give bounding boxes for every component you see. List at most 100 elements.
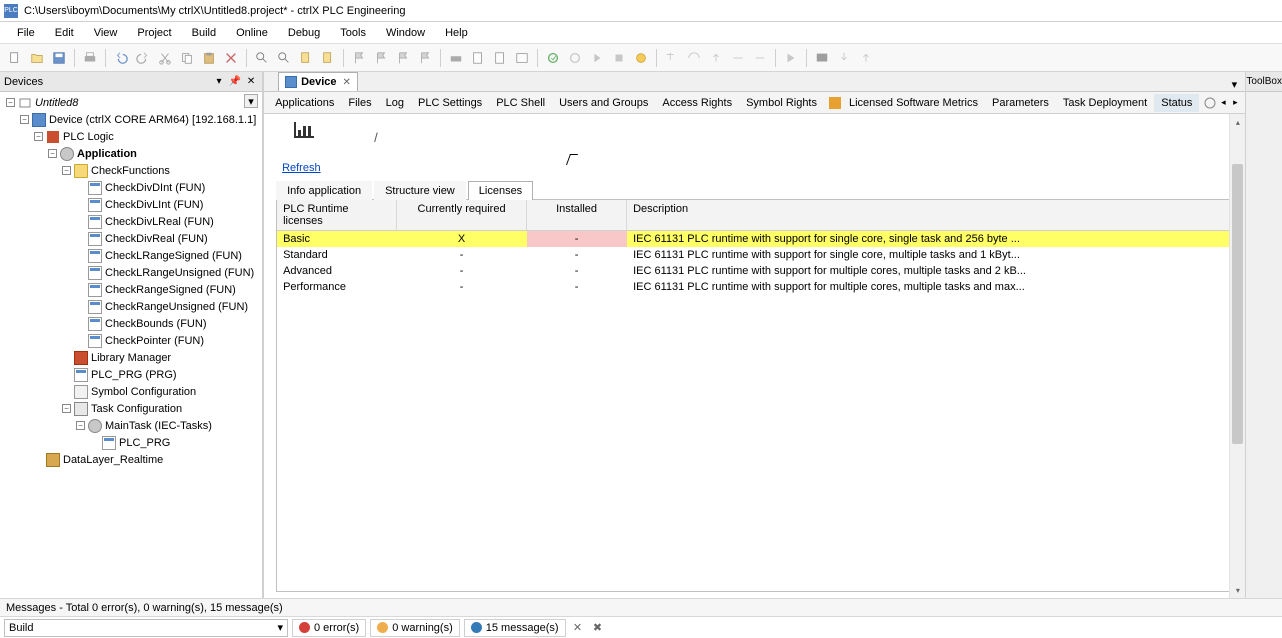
- tree-task-config[interactable]: Task Configuration: [91, 403, 182, 415]
- tree-fun[interactable]: CheckRangeUnsigned (FUN): [105, 301, 248, 313]
- app-icon2[interactable]: [513, 49, 531, 67]
- page-icon[interactable]: [469, 49, 487, 67]
- copy-icon[interactable]: [178, 49, 196, 67]
- tree-fun[interactable]: CheckDivReal (FUN): [105, 233, 208, 245]
- scroll-right-icon[interactable]: ▸: [1229, 97, 1241, 109]
- tree-plc-logic[interactable]: PLC Logic: [63, 131, 114, 143]
- subtab-files[interactable]: Files: [341, 94, 378, 112]
- license-row[interactable]: Performance--IEC 61131 PLC runtime with …: [277, 279, 1232, 295]
- flag-next-icon[interactable]: [394, 49, 412, 67]
- step-into-icon[interactable]: [663, 49, 681, 67]
- flag-clear-icon[interactable]: [416, 49, 434, 67]
- subtab-log[interactable]: Log: [379, 94, 411, 112]
- license-row[interactable]: BasicX-IEC 61131 PLC runtime with suppor…: [277, 231, 1232, 247]
- subtab-parameters[interactable]: Parameters: [985, 94, 1056, 112]
- device-tree[interactable]: ▾ −Untitled8 −Device (ctrlX CORE ARM64) …: [0, 92, 262, 598]
- scroll-up-icon[interactable]: ▴: [1230, 114, 1245, 130]
- build-combo[interactable]: Build ▾: [4, 619, 288, 637]
- tree-fun[interactable]: CheckLRangeUnsigned (FUN): [105, 267, 254, 279]
- step-out-icon[interactable]: [707, 49, 725, 67]
- menu-online[interactable]: Online: [227, 24, 277, 42]
- license-row[interactable]: Standard--IEC 61131 PLC runtime with sup…: [277, 247, 1232, 263]
- col-required[interactable]: Currently required: [397, 200, 527, 230]
- tree-fun[interactable]: CheckDivLReal (FUN): [105, 216, 214, 228]
- bookmark-icon[interactable]: [297, 49, 315, 67]
- col-description[interactable]: Description: [627, 200, 1232, 230]
- stop-icon[interactable]: [610, 49, 628, 67]
- tree-fun[interactable]: CheckRangeSigned (FUN): [105, 284, 236, 296]
- print2-icon[interactable]: [447, 49, 465, 67]
- menu-debug[interactable]: Debug: [279, 24, 329, 42]
- monitor-icon[interactable]: [813, 49, 831, 67]
- col-installed[interactable]: Installed: [527, 200, 627, 230]
- messages-chip[interactable]: 15 message(s): [464, 619, 566, 637]
- clear-all-icon[interactable]: ✖: [590, 620, 606, 636]
- expander-icon[interactable]: −: [6, 98, 15, 107]
- refresh-link[interactable]: Refresh: [282, 162, 1233, 174]
- panel-dropdown-icon[interactable]: ▾: [212, 75, 226, 89]
- tree-checkfunctions[interactable]: CheckFunctions: [91, 165, 170, 177]
- col-runtime[interactable]: PLC Runtime licenses: [277, 200, 397, 230]
- redo-icon[interactable]: [134, 49, 152, 67]
- expander-icon[interactable]: −: [48, 149, 57, 158]
- menu-window[interactable]: Window: [377, 24, 434, 42]
- expander-icon[interactable]: −: [62, 404, 71, 413]
- tab-device[interactable]: Device ✕: [278, 72, 358, 91]
- undo-icon[interactable]: [112, 49, 130, 67]
- subtab-status[interactable]: Status: [1154, 94, 1199, 112]
- logout-icon[interactable]: [566, 49, 584, 67]
- delete-icon[interactable]: [222, 49, 240, 67]
- subtab-users-groups[interactable]: Users and Groups: [552, 94, 655, 112]
- menu-file[interactable]: File: [8, 24, 44, 42]
- expander-icon[interactable]: −: [20, 115, 29, 124]
- download-icon[interactable]: [835, 49, 853, 67]
- new-icon[interactable]: [6, 49, 24, 67]
- menu-project[interactable]: Project: [128, 24, 180, 42]
- tree-plc-prg2[interactable]: PLC_PRG: [119, 437, 170, 449]
- step-cursor-icon[interactable]: [729, 49, 747, 67]
- pin-icon[interactable]: 📌: [228, 75, 242, 89]
- scroll-left-icon[interactable]: ◂: [1217, 97, 1229, 109]
- run-icon[interactable]: [782, 49, 800, 67]
- subtab-info-application[interactable]: Info application: [276, 181, 372, 200]
- vertical-scrollbar[interactable]: ▴ ▾: [1229, 114, 1245, 598]
- step-return-icon[interactable]: [751, 49, 769, 67]
- menu-tools[interactable]: Tools: [331, 24, 375, 42]
- open-icon[interactable]: [28, 49, 46, 67]
- start-icon[interactable]: [588, 49, 606, 67]
- tree-fun[interactable]: CheckDivDInt (FUN): [105, 182, 205, 194]
- tree-fun[interactable]: CheckBounds (FUN): [105, 318, 206, 330]
- login-icon[interactable]: [544, 49, 562, 67]
- scroll-down-icon[interactable]: ▾: [1230, 582, 1245, 598]
- subtab-access-rights[interactable]: Access Rights: [655, 94, 739, 112]
- tree-library-manager[interactable]: Library Manager: [91, 352, 171, 364]
- paste-icon[interactable]: [200, 49, 218, 67]
- subtab-structure-view[interactable]: Structure view: [374, 181, 466, 200]
- tree-symbol-config[interactable]: Symbol Configuration: [91, 386, 196, 398]
- warnings-chip[interactable]: 0 warning(s): [370, 619, 460, 637]
- tree-maintask[interactable]: MainTask (IEC-Tasks): [105, 420, 212, 432]
- subtab-licenses[interactable]: Licenses: [468, 181, 533, 200]
- flag-prev-icon[interactable]: [372, 49, 390, 67]
- find-icon[interactable]: [253, 49, 271, 67]
- subtab-plc-shell[interactable]: PLC Shell: [489, 94, 552, 112]
- menu-edit[interactable]: Edit: [46, 24, 83, 42]
- bookmark2-icon[interactable]: [319, 49, 337, 67]
- tree-datalayer[interactable]: DataLayer_Realtime: [63, 454, 163, 466]
- license-row[interactable]: Advanced--IEC 61131 PLC runtime with sup…: [277, 263, 1232, 279]
- close-icon[interactable]: ✕: [343, 77, 351, 88]
- tabs-dropdown-icon[interactable]: ▾: [1227, 77, 1241, 91]
- menu-build[interactable]: Build: [183, 24, 225, 42]
- subtab-plc-settings[interactable]: PLC Settings: [411, 94, 489, 112]
- close-icon[interactable]: ✕: [244, 75, 258, 89]
- flag-icon[interactable]: [350, 49, 368, 67]
- tree-project[interactable]: Untitled8: [35, 97, 78, 109]
- tree-fun[interactable]: CheckDivLInt (FUN): [105, 199, 203, 211]
- print-icon[interactable]: [81, 49, 99, 67]
- expander-icon[interactable]: −: [76, 421, 85, 430]
- subtab-applications[interactable]: Applications: [268, 94, 341, 112]
- save-icon[interactable]: [50, 49, 68, 67]
- tree-fun[interactable]: CheckPointer (FUN): [105, 335, 204, 347]
- tree-application[interactable]: Application: [77, 148, 137, 160]
- clear-icon[interactable]: ✕: [570, 620, 586, 636]
